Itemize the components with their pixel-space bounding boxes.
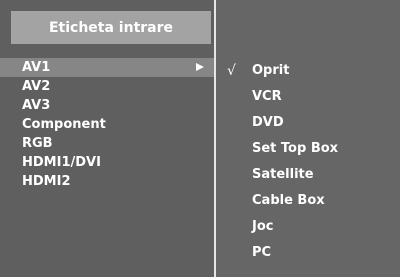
label-option-oprit[interactable]: √ Oprit [216, 58, 400, 84]
input-item-label: RGB [22, 136, 53, 151]
label-option-text: Satellite [252, 167, 314, 182]
input-item-label: HDMI1/DVI [22, 155, 101, 170]
input-item-rgb[interactable]: RGB [0, 134, 215, 153]
input-item-label: Component [22, 117, 106, 132]
input-item-label: AV2 [22, 79, 51, 94]
input-item-av3[interactable]: AV3 [0, 96, 215, 115]
label-option-vcr[interactable]: VCR [216, 84, 400, 110]
input-item-label: AV3 [22, 98, 51, 113]
label-option-text: VCR [252, 89, 282, 104]
label-options-list: √ Oprit VCR DVD Set Top Box Satellite Ca… [216, 58, 400, 266]
label-option-text: Set Top Box [252, 141, 339, 156]
label-option-text: Cable Box [252, 193, 325, 208]
label-option-satellite[interactable]: Satellite [216, 162, 400, 188]
label-option-pc[interactable]: PC [216, 240, 400, 266]
label-option-cable-box[interactable]: Cable Box [216, 188, 400, 214]
label-option-joc[interactable]: Joc [216, 214, 400, 240]
input-list-panel: Eticheta intrare AV1 AV2 AV3 Component R… [0, 0, 215, 277]
input-item-hdmi2[interactable]: HDMI2 [0, 172, 215, 191]
label-option-text: Oprit [252, 63, 290, 78]
input-item-av1[interactable]: AV1 [0, 58, 215, 77]
menu-title: Eticheta intrare [11, 11, 211, 44]
label-option-text: DVD [252, 115, 284, 130]
input-item-label: AV1 [22, 60, 51, 75]
input-item-component[interactable]: Component [0, 115, 215, 134]
input-item-label: HDMI2 [22, 174, 71, 189]
submenu-arrow-icon [196, 63, 204, 71]
check-icon: √ [227, 63, 236, 79]
input-list: AV1 AV2 AV3 Component RGB HDMI1/DVI HDMI… [0, 58, 215, 191]
label-option-dvd[interactable]: DVD [216, 110, 400, 136]
label-option-text: Joc [252, 219, 274, 234]
label-option-set-top-box[interactable]: Set Top Box [216, 136, 400, 162]
input-label-menu: Eticheta intrare AV1 AV2 AV3 Component R… [0, 0, 400, 277]
input-item-av2[interactable]: AV2 [0, 77, 215, 96]
label-option-text: PC [252, 245, 272, 260]
input-item-hdmi1-dvi[interactable]: HDMI1/DVI [0, 153, 215, 172]
